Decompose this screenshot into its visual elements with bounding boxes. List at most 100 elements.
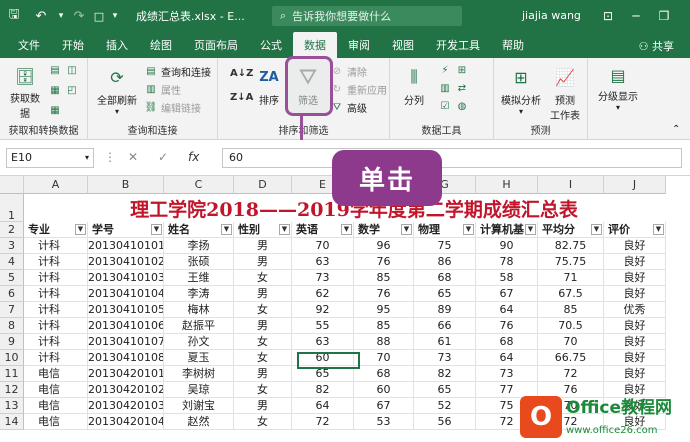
data-cell[interactable]: 女: [234, 350, 292, 366]
data-validation-button[interactable]: ☑ ◍: [438, 100, 472, 112]
customize-toolbar-icon[interactable]: ▾: [108, 0, 122, 32]
data-cell[interactable]: 95: [354, 302, 414, 318]
data-cell[interactable]: 67: [354, 398, 414, 414]
data-cell[interactable]: 男: [234, 238, 292, 254]
data-cell[interactable]: 70.5: [538, 318, 604, 334]
header-cell[interactable]: 姓名 ▼: [164, 222, 234, 238]
data-cell[interactable]: 66: [414, 318, 476, 334]
data-cell[interactable]: 20130410101: [88, 238, 164, 254]
column-header-j[interactable]: J: [604, 176, 666, 194]
data-cell[interactable]: 20130420101: [88, 366, 164, 382]
forecast-sheet-button[interactable]: 📈 预测 工作表: [546, 62, 584, 123]
data-cell[interactable]: 70: [354, 350, 414, 366]
row-header-3[interactable]: 3: [0, 238, 24, 254]
data-cell[interactable]: 75.75: [538, 254, 604, 270]
data-cell[interactable]: 优秀: [604, 302, 666, 318]
data-cell[interactable]: 68: [354, 366, 414, 382]
row-header-12[interactable]: 12: [0, 382, 24, 398]
data-cell[interactable]: 61: [414, 334, 476, 350]
tab-draw[interactable]: 绘图: [139, 32, 183, 58]
column-header-i[interactable]: I: [538, 176, 604, 194]
data-cell[interactable]: 92: [292, 302, 354, 318]
undo-dropdown-icon[interactable]: ▾: [54, 0, 68, 32]
row-header-13[interactable]: 13: [0, 398, 24, 414]
data-cell[interactable]: 67: [476, 286, 538, 302]
data-cell[interactable]: 计科: [24, 286, 88, 302]
data-cell[interactable]: 76: [476, 318, 538, 334]
data-cell[interactable]: 73: [292, 270, 354, 286]
data-cell[interactable]: 58: [476, 270, 538, 286]
data-cell[interactable]: 20130420103: [88, 398, 164, 414]
select-all-corner[interactable]: [0, 176, 24, 194]
data-cell[interactable]: 张硕: [164, 254, 234, 270]
data-cell[interactable]: 李扬: [164, 238, 234, 254]
data-cell[interactable]: 计科: [24, 334, 88, 350]
data-cell[interactable]: 赵振平: [164, 318, 234, 334]
data-cell[interactable]: 电信: [24, 382, 88, 398]
sort-button[interactable]: ZA 排序: [254, 62, 284, 108]
data-cell[interactable]: 男: [234, 398, 292, 414]
insert-function-icon[interactable]: fx: [188, 150, 199, 164]
tab-review[interactable]: 审阅: [337, 32, 381, 58]
data-cell[interactable]: 55: [292, 318, 354, 334]
data-cell[interactable]: 86: [414, 254, 476, 270]
data-cell[interactable]: 计科: [24, 350, 88, 366]
formula-input[interactable]: 60: [222, 148, 682, 168]
column-header-h[interactable]: H: [476, 176, 538, 194]
data-cell[interactable]: 76: [354, 254, 414, 270]
data-cell[interactable]: 20130410108: [88, 350, 164, 366]
user-name[interactable]: jiajia wang: [522, 9, 581, 22]
data-cell[interactable]: 82: [292, 382, 354, 398]
save-icon[interactable]: 🖫: [0, 0, 28, 32]
data-cell[interactable]: 88: [354, 334, 414, 350]
data-cell[interactable]: 67.5: [538, 286, 604, 302]
data-cell[interactable]: 电信: [24, 366, 88, 382]
data-cell[interactable]: 56: [414, 414, 476, 430]
tab-home[interactable]: 开始: [51, 32, 95, 58]
data-cell[interactable]: 王维: [164, 270, 234, 286]
existing-connections-button[interactable]: ▦: [48, 104, 65, 116]
data-cell[interactable]: 良好: [604, 270, 666, 286]
data-cell[interactable]: 62: [292, 286, 354, 302]
data-cell[interactable]: 良好: [604, 334, 666, 350]
data-cell[interactable]: 梅林: [164, 302, 234, 318]
header-cell[interactable]: 性别 ▼: [234, 222, 292, 238]
from-table-button[interactable]: ▦ ◰: [48, 84, 82, 96]
data-cell[interactable]: 20130410104: [88, 286, 164, 302]
tab-formulas[interactable]: 公式: [249, 32, 293, 58]
filter-dropdown-icon[interactable]: ▼: [221, 224, 232, 235]
data-cell[interactable]: 73: [414, 350, 476, 366]
data-cell[interactable]: 63: [292, 254, 354, 270]
data-cell[interactable]: 良好: [604, 254, 666, 270]
redo-icon[interactable]: ↷: [68, 0, 90, 32]
data-cell[interactable]: 男: [234, 286, 292, 302]
row-header-10[interactable]: 10: [0, 350, 24, 366]
text-to-columns-button[interactable]: ⫼ 分列: [396, 62, 432, 107]
header-cell[interactable]: 英语 ▼: [292, 222, 354, 238]
column-header-c[interactable]: C: [164, 176, 234, 194]
data-cell[interactable]: 85: [538, 302, 604, 318]
filter-dropdown-icon[interactable]: ▼: [653, 224, 664, 235]
data-cell[interactable]: 男: [234, 366, 292, 382]
data-cell[interactable]: 71: [538, 270, 604, 286]
column-header-d[interactable]: D: [234, 176, 292, 194]
data-cell[interactable]: 82.75: [538, 238, 604, 254]
from-text-button[interactable]: ▤ ◫: [48, 64, 82, 76]
data-cell[interactable]: 64: [476, 350, 538, 366]
data-cell[interactable]: 85: [354, 318, 414, 334]
data-cell[interactable]: 85: [354, 270, 414, 286]
filter-dropdown-icon[interactable]: ▼: [591, 224, 602, 235]
data-cell[interactable]: 女: [234, 334, 292, 350]
data-cell[interactable]: 男: [234, 254, 292, 270]
ribbon-display-icon[interactable]: ⊡: [594, 0, 622, 32]
header-cell[interactable]: 评价 ▼: [604, 222, 666, 238]
share-button[interactable]: ⚇ 共享: [639, 38, 674, 54]
filter-dropdown-icon[interactable]: ▼: [525, 224, 536, 235]
sort-ascending-button[interactable]: A↓Z: [230, 68, 253, 79]
collapse-ribbon-icon[interactable]: ⌃: [672, 124, 680, 135]
row-header-4[interactable]: 4: [0, 254, 24, 270]
row-header-11[interactable]: 11: [0, 366, 24, 382]
data-cell[interactable]: 76: [354, 286, 414, 302]
data-cell[interactable]: 63: [292, 334, 354, 350]
data-cell[interactable]: 66.75: [538, 350, 604, 366]
